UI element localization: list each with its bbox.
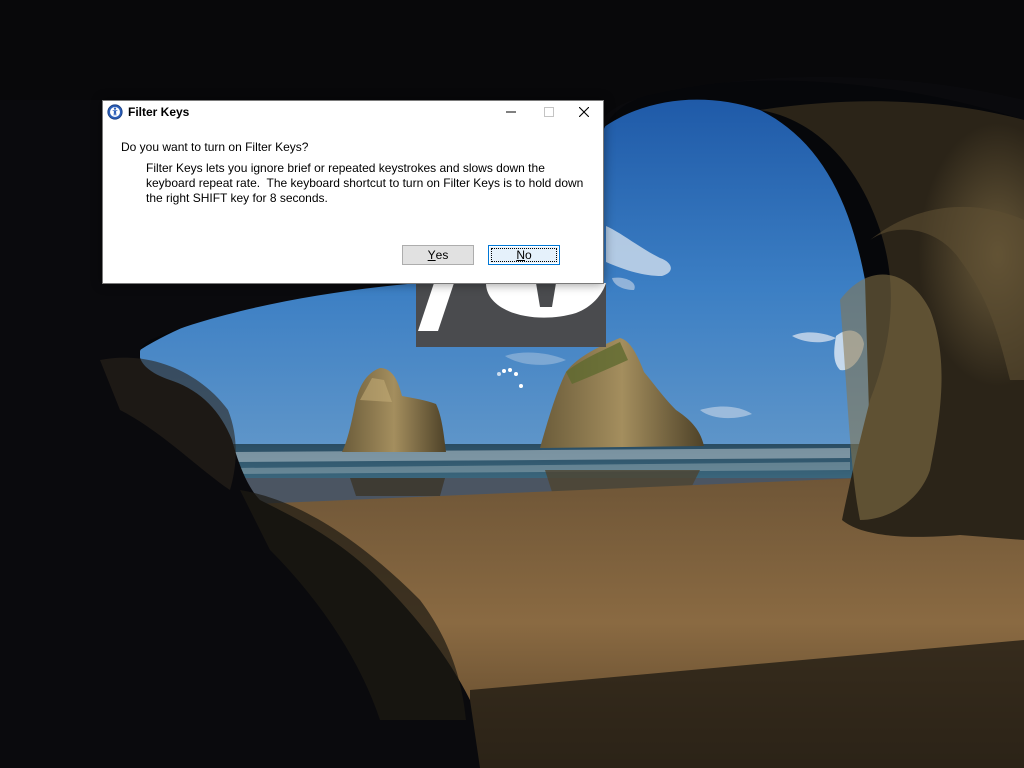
dialog-message-line: Filter Keys lets you ignore brief or rep… xyxy=(146,161,545,175)
minimize-button[interactable] xyxy=(492,101,530,123)
close-icon xyxy=(579,107,589,117)
no-button[interactable]: No xyxy=(488,245,560,265)
dialog-message: Filter Keys lets you ignore brief or rep… xyxy=(146,161,591,206)
minimize-icon xyxy=(506,111,516,113)
close-button[interactable] xyxy=(565,101,603,123)
loading-spinner-icon xyxy=(494,366,526,394)
ease-of-access-icon xyxy=(107,104,123,120)
dialog-title: Filter Keys xyxy=(128,105,190,119)
yes-button-label: es xyxy=(435,248,449,262)
ease-of-access-splash xyxy=(416,283,606,347)
dialog-message-line: the right SHIFT key for 8 seconds. xyxy=(146,191,328,205)
desktop: Filter Keys Do you want to turn on Filte… xyxy=(0,0,1024,768)
maximize-button xyxy=(530,101,568,123)
yes-button-accelerator: Y xyxy=(427,248,436,262)
filter-keys-dialog: Filter Keys Do you want to turn on Filte… xyxy=(102,100,604,284)
dialog-question: Do you want to turn on Filter Keys? xyxy=(121,140,309,154)
yes-button[interactable]: Yes xyxy=(402,245,474,265)
dialog-message-line: keyboard repeat rate. The keyboard short… xyxy=(146,176,584,190)
no-button-label: o xyxy=(524,248,532,262)
no-button-accelerator: N xyxy=(516,248,525,262)
maximize-icon xyxy=(544,107,554,117)
dialog-titlebar[interactable]: Filter Keys xyxy=(103,101,603,123)
